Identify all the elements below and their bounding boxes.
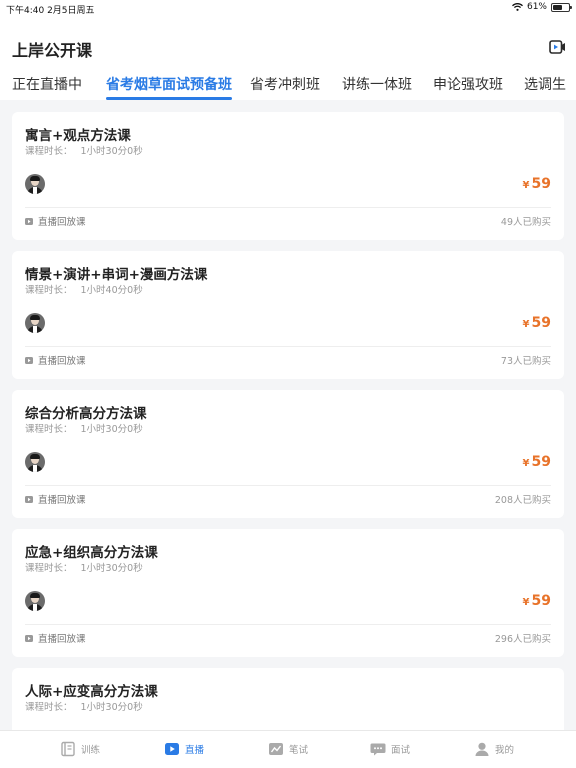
course-card[interactable]: 寓言+观点方法课 课程时长： 1小时30分0秒 ¥59 直播回放课 49人已购买	[12, 112, 564, 240]
teacher-avatar	[25, 452, 45, 472]
course-type-label: 直播回放课	[38, 217, 86, 228]
status-right: 61%	[512, 2, 572, 12]
teacher-avatar	[25, 174, 45, 194]
course-price: ¥59	[523, 593, 551, 609]
replay-video-icon	[25, 217, 33, 225]
buyer-count: 73人已购买	[500, 356, 551, 367]
nav-label: 训练	[81, 745, 101, 756]
price-value: 59	[531, 593, 551, 609]
battery-percent: 61%	[526, 2, 547, 12]
card-divider	[25, 485, 551, 486]
bottom-tab-bar: 训练 直播 笔试 面试 我的	[0, 730, 576, 768]
course-type: 直播回放课	[25, 631, 86, 645]
battery-icon	[551, 2, 572, 12]
duration-label: 课程时长：	[25, 424, 73, 435]
course-type: 直播回放课	[25, 353, 86, 367]
status-time: 下午4:40 2月5日周五	[6, 6, 95, 16]
duration-value: 1小时30分0秒	[80, 146, 143, 157]
page-title: 上岸公开课	[12, 41, 93, 60]
course-card[interactable]: 综合分析高分方法课 课程时长： 1小时30分0秒 ¥59 直播回放课 208人已购…	[12, 390, 564, 518]
replay-video-icon	[25, 495, 33, 503]
course-price: ¥59	[523, 315, 551, 331]
duration-label: 课程时长：	[25, 285, 73, 296]
nav-label: 笔试	[289, 745, 309, 756]
course-type: 直播回放课	[25, 492, 86, 506]
course-card[interactable]: 应急+组织高分方法课 课程时长： 1小时30分0秒 ¥59 直播回放课 296人已…	[12, 529, 564, 657]
top-header: 下午4:40 2月5日周五 61% 上岸公开课 正在直播中 省考烟草面试预备班 …	[0, 0, 576, 100]
card-divider	[25, 346, 551, 347]
price-currency: ¥	[522, 458, 530, 469]
tab-sprint[interactable]: 省考冲刺班	[250, 74, 320, 94]
category-tabs: 正在直播中 省考烟草面试预备班 省考冲刺班 讲练一体班 申论强攻班 选调生	[0, 64, 576, 100]
price-value: 59	[531, 176, 551, 192]
buyer-count: 49人已购买	[500, 217, 551, 228]
replay-video-icon	[25, 356, 33, 364]
price-value: 59	[531, 315, 551, 331]
course-list: 寓言+观点方法课 课程时长： 1小时30分0秒 ¥59 直播回放课 49人已购买 …	[0, 100, 576, 730]
duration-value: 1小时30分0秒	[80, 702, 143, 713]
nav-written-exam[interactable]: 笔试	[268, 741, 308, 757]
course-title: 综合分析高分方法课	[25, 406, 147, 422]
nav-label: 直播	[185, 745, 205, 756]
nav-profile[interactable]: 我的	[474, 741, 514, 757]
replay-video-icon	[25, 634, 33, 642]
tab-live-now[interactable]: 正在直播中	[12, 74, 82, 94]
book-icon	[61, 741, 75, 757]
course-title: 情景+演讲+串词+漫画方法课	[25, 267, 208, 283]
chart-icon	[269, 743, 283, 755]
status-bar: 下午4:40 2月5日周五 61%	[0, 0, 576, 16]
nav-live[interactable]: 直播	[164, 741, 204, 757]
duration-value: 1小时30分0秒	[80, 563, 143, 574]
course-title: 应急+组织高分方法课	[25, 545, 158, 561]
teacher-avatar	[25, 313, 45, 333]
tab-selected-graduates[interactable]: 选调生	[524, 74, 566, 94]
card-divider	[25, 624, 551, 625]
duration-label: 课程时长：	[25, 702, 73, 713]
tab-practice[interactable]: 讲练一体班	[342, 74, 412, 94]
course-price: ¥59	[523, 176, 551, 192]
course-price: ¥59	[523, 454, 551, 470]
course-type-label: 直播回放课	[38, 356, 86, 367]
course-type-label: 直播回放课	[38, 495, 86, 506]
price-currency: ¥	[522, 180, 530, 191]
course-duration: 课程时长： 1小时30分0秒	[25, 143, 143, 157]
chat-icon	[370, 743, 386, 756]
course-type: 直播回放课	[25, 214, 86, 228]
course-title: 寓言+观点方法课	[25, 128, 131, 144]
course-duration: 课程时长： 1小时40分0秒	[25, 282, 143, 296]
course-duration: 课程时长： 1小时30分0秒	[25, 560, 143, 574]
duration-value: 1小时30分0秒	[80, 424, 143, 435]
course-card[interactable]: 人际+应变高分方法课 课程时长： 1小时30分0秒	[12, 668, 564, 730]
card-divider	[25, 207, 551, 208]
nav-training[interactable]: 训练	[60, 741, 100, 757]
nav-interview[interactable]: 面试	[370, 741, 410, 757]
price-value: 59	[531, 454, 551, 470]
video-play-icon[interactable]	[549, 40, 566, 54]
duration-label: 课程时长：	[25, 563, 73, 574]
live-play-icon	[165, 743, 179, 755]
tab-essay[interactable]: 申论强攻班	[433, 74, 503, 94]
course-type-label: 直播回放课	[38, 634, 86, 645]
price-currency: ¥	[522, 319, 530, 330]
nav-label: 我的	[495, 745, 515, 756]
course-title: 人际+应变高分方法课	[25, 684, 158, 700]
course-duration: 课程时长： 1小时30分0秒	[25, 421, 143, 435]
course-card[interactable]: 情景+演讲+串词+漫画方法课 课程时长： 1小时40分0秒 ¥59 直播回放课 7…	[12, 251, 564, 379]
wifi-icon	[512, 3, 523, 11]
price-currency: ¥	[522, 597, 530, 608]
duration-value: 1小时40分0秒	[80, 285, 143, 296]
tab-interview-prep[interactable]: 省考烟草面试预备班	[106, 74, 232, 94]
nav-label: 面试	[391, 745, 411, 756]
buyer-count: 296人已购买	[494, 634, 551, 645]
duration-label: 课程时长：	[25, 146, 73, 157]
profile-icon	[475, 742, 489, 756]
buyer-count: 208人已购买	[494, 495, 551, 506]
teacher-avatar	[25, 591, 45, 611]
course-duration: 课程时长： 1小时30分0秒	[25, 699, 143, 713]
